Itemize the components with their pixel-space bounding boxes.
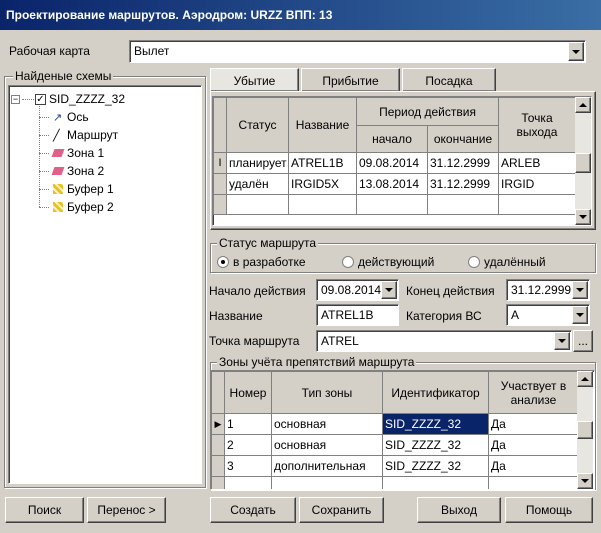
save-button[interactable]: Сохранить (299, 497, 384, 523)
scroll-thumb[interactable] (575, 153, 591, 173)
scroll-up-icon[interactable] (577, 371, 593, 387)
row-pointer-icon: ▶ (211, 413, 225, 435)
zones-label: Зоны учёта препятствий маршрута (217, 355, 417, 369)
radio-selected-icon (217, 256, 229, 268)
scheme-tree[interactable]: − ✓ SID_ZZZZ_32 ↗ Ось ╱ Маршрут Зона 1 З… (8, 85, 202, 484)
cell[interactable]: IRGID5X (288, 173, 357, 195)
aircraft-category-select[interactable]: A (506, 304, 590, 326)
route-icon: ╱ (53, 129, 60, 142)
start-date-label: Начало действия (209, 284, 306, 298)
cell[interactable]: ARLEB (498, 152, 576, 174)
tree-item-label: Зона 2 (67, 164, 105, 178)
radio-active[interactable]: действующий (342, 255, 434, 269)
routes-grid[interactable]: Статус Название Период действия Точка вы… (212, 96, 592, 226)
tree-item-buffer-1[interactable]: Буфер 1 (39, 180, 114, 198)
cell[interactable]: 13.08.2014 (356, 173, 428, 195)
tree-item-buffer-2[interactable]: Буфер 2 (39, 198, 114, 216)
col-name[interactable]: Название (288, 97, 357, 153)
tree-item-label: Буфер 1 (67, 182, 114, 196)
cell[interactable]: IRGID (498, 173, 576, 195)
scroll-thumb[interactable] (577, 421, 593, 439)
checkbox-icon[interactable]: ✓ (35, 93, 46, 105)
cell[interactable]: 31.12.2999 (427, 173, 499, 195)
col-zone-type[interactable]: Тип зоны (271, 371, 383, 414)
aircraft-category-label: Категория ВС (406, 309, 482, 323)
end-date-picker[interactable]: 31.12.2999 (506, 279, 590, 301)
zone-icon (51, 167, 65, 175)
zones-scrollbar[interactable] (577, 371, 593, 489)
exit-button[interactable]: Выход (417, 497, 501, 523)
buffer-icon (53, 202, 63, 212)
radio-icon (342, 256, 354, 268)
tree-item-label: Маршрут (67, 128, 119, 142)
buffer-icon (53, 184, 63, 194)
col-participates[interactable]: Участвует в анализе (488, 371, 579, 414)
col-identifier[interactable]: Идентификатор (382, 371, 489, 414)
scroll-down-icon[interactable] (575, 209, 591, 225)
cell[interactable]: ATREL1B (288, 152, 357, 174)
window-title: Проектирование маршрутов. Аэродром: URZZ… (0, 0, 601, 30)
radio-deleted[interactable]: удалённый (468, 255, 546, 269)
tree-item-label: Зона 1 (67, 146, 105, 160)
scroll-up-icon[interactable] (575, 97, 591, 113)
tree-item-axis[interactable]: ↗ Ось (39, 108, 89, 126)
table-row[interactable]: ▶ 1 основная SID_ZZZZ_32 Да (211, 413, 579, 435)
col-period: Период действия (356, 97, 499, 126)
end-date-label: Конец действия (406, 284, 495, 298)
collapse-icon[interactable]: − (11, 94, 20, 104)
col-end[interactable]: окончание (427, 125, 499, 153)
work-map-select[interactable]: Вылет (129, 40, 586, 63)
scroll-down-icon[interactable] (577, 473, 593, 489)
routes-scrollbar[interactable] (575, 97, 591, 225)
chevron-down-icon[interactable] (572, 281, 588, 299)
cell[interactable]: удалён (226, 173, 289, 195)
route-point-select[interactable]: ATREL (316, 330, 572, 352)
chevron-down-icon[interactable] (381, 281, 397, 299)
col-start[interactable]: начало (356, 125, 428, 153)
tab-landing[interactable]: Посадка (402, 68, 496, 92)
axis-icon: ↗ (53, 111, 63, 124)
name-input[interactable]: ATREL1B (316, 304, 399, 326)
name-label: Название (209, 309, 263, 323)
tree-item-zone-1[interactable]: Зона 1 (39, 144, 104, 162)
radio-icon (468, 256, 480, 268)
work-map-value: Вылет (134, 44, 170, 58)
search-button[interactable]: Поиск (5, 497, 84, 523)
tree-item-route[interactable]: ╱ Маршрут (39, 126, 118, 144)
tree-item-label: Буфер 2 (67, 200, 114, 214)
table-row[interactable]: 2 основная SID_ZZZZ_32 Да (211, 434, 579, 456)
table-row[interactable]: 3 дополнительная SID_ZZZZ_32 Да (211, 455, 579, 477)
cell[interactable]: планирует (226, 152, 289, 174)
table-row[interactable]: удалён IRGID5X 13.08.2014 31.12.2999 IRG… (213, 173, 576, 195)
chevron-down-icon[interactable] (568, 42, 584, 61)
chevron-down-icon[interactable] (572, 306, 588, 324)
tree-root-label: SID_ZZZZ_32 (49, 92, 126, 106)
col-exit-point[interactable]: Точка выхода (498, 97, 576, 153)
route-point-label: Точка маршрута (209, 334, 300, 348)
create-button[interactable]: Создать (210, 497, 296, 523)
col-number[interactable]: Номер (224, 371, 272, 414)
chevron-down-icon[interactable] (554, 332, 570, 350)
row-cursor-icon: I (213, 152, 227, 174)
cell[interactable]: 31.12.2999 (427, 152, 499, 174)
transfer-button[interactable]: Перенос > (87, 497, 166, 523)
tree-root[interactable]: − ✓ SID_ZZZZ_32 (11, 90, 125, 108)
tree-item-zone-2[interactable]: Зона 2 (39, 162, 104, 180)
tab-arrival[interactable]: Прибытие (301, 68, 400, 92)
start-date-picker[interactable]: 09.08.2014 (316, 279, 399, 301)
selected-cell[interactable]: SID_ZZZZ_32 (382, 413, 489, 435)
help-button[interactable]: Помощь (505, 497, 593, 523)
route-point-browse-button[interactable]: ... (573, 330, 593, 352)
cell[interactable]: 09.08.2014 (356, 152, 428, 174)
zones-grid[interactable]: Номер Тип зоны Идентификатор Участвует в… (210, 370, 595, 490)
tree-item-label: Ось (67, 110, 89, 124)
route-status-label: Статус маршрута (217, 236, 319, 250)
radio-in-development[interactable]: в разработке (217, 255, 306, 269)
tab-departure[interactable]: Убытие (210, 68, 299, 92)
col-status[interactable]: Статус (226, 97, 289, 153)
zone-icon (51, 149, 65, 157)
table-row[interactable]: I планирует ATREL1B 09.08.2014 31.12.299… (213, 152, 576, 174)
found-schemes-label: Найденые схемы (13, 69, 114, 83)
work-map-label: Рабочая карта (9, 44, 90, 58)
